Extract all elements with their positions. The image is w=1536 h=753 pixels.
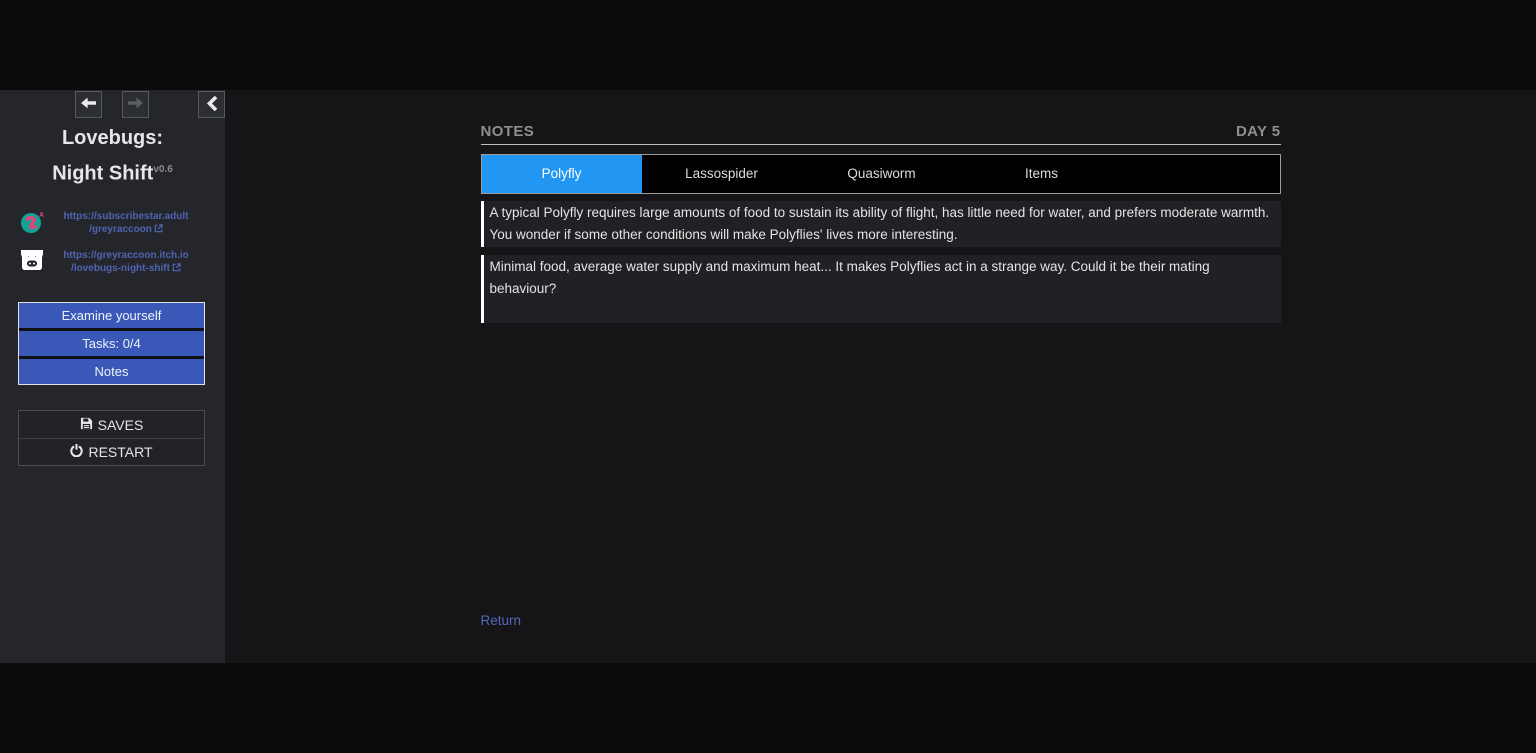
note-text	[490, 300, 1271, 322]
notes-tab-bar: Polyfly Lassospider Quasiworm Items	[481, 154, 1281, 194]
page-title: NOTES	[481, 123, 535, 140]
notes-button[interactable]: Notes	[19, 359, 204, 384]
restart-button-label: RESTART	[88, 444, 152, 460]
saves-button[interactable]: SAVES	[19, 411, 204, 438]
notes-passage: NOTES DAY 5 Polyfly Lassospider Quasiwor…	[481, 90, 1281, 663]
tab-lassospider[interactable]: Lassospider	[642, 155, 802, 193]
game-title: Lovebugs: Night Shiftv0.6	[0, 123, 225, 190]
note-text: A typical Polyfly requires large amounts…	[490, 202, 1271, 224]
power-icon	[70, 444, 83, 460]
note-entry: A typical Polyfly requires large amounts…	[481, 201, 1281, 247]
tab-items[interactable]: Items	[962, 155, 1122, 193]
passage-area: NOTES DAY 5 Polyfly Lassospider Quasiwor…	[225, 90, 1536, 663]
day-indicator: DAY 5	[1236, 123, 1281, 140]
itchio-link-line2: /lovebugs-night-shift	[71, 263, 170, 274]
floppy-disk-icon	[80, 417, 93, 433]
page: { "app": { "title_line1": "Lovebugs:", "…	[0, 0, 1536, 753]
svg-text:A: A	[39, 212, 44, 219]
tab-quasiworm[interactable]: Quasiworm	[802, 155, 962, 193]
passage-header: NOTES DAY 5	[481, 90, 1281, 140]
itchio-link-row: https://greyraccoon.itch.io /lovebugs-ni…	[0, 247, 225, 285]
itchio-link[interactable]: https://greyraccoon.itch.io /lovebugs-ni…	[50, 249, 202, 276]
note-entry: Minimal food, average water supply and m…	[481, 255, 1281, 323]
note-text: You wonder if some other conditions will…	[490, 224, 1271, 246]
itchio-icon	[19, 248, 45, 275]
sidebar: Lovebugs: Night Shiftv0.6 A https://subs…	[0, 90, 225, 663]
tab-polyfly[interactable]: Polyfly	[482, 155, 642, 193]
system-menu: SAVES RESTART	[18, 410, 205, 466]
game-title-line2: Night Shiftv0.6	[0, 154, 225, 190]
history-forward-button[interactable]	[122, 91, 149, 118]
examine-yourself-button[interactable]: Examine yourself	[19, 303, 204, 328]
game-viewport: Lovebugs: Night Shiftv0.6 A https://subs…	[0, 90, 1536, 663]
arrow-left-icon	[80, 96, 97, 113]
chevron-left-icon	[206, 95, 218, 115]
game-version: v0.6	[153, 164, 172, 175]
saves-button-label: SAVES	[98, 417, 144, 433]
external-link-icon	[154, 224, 163, 237]
arrow-right-icon	[127, 96, 144, 113]
history-back-button[interactable]	[75, 91, 102, 118]
header-divider	[481, 144, 1281, 145]
tasks-button[interactable]: Tasks: 0/4	[19, 331, 204, 356]
itchio-link-line1: https://greyraccoon.itch.io	[63, 250, 189, 261]
external-link-icon	[172, 263, 181, 276]
subscribestar-link[interactable]: https://subscribestar.adult /greyraccoon	[50, 210, 202, 237]
sidebar-collapse-button[interactable]	[198, 91, 225, 118]
subscribestar-link-row: A https://subscribestar.adult /greyracco…	[0, 208, 225, 246]
subscribestar-icon: A	[19, 209, 45, 236]
subscribestar-link-line2: /greyraccoon	[89, 224, 152, 235]
note-text: Minimal food, average water supply and m…	[490, 256, 1271, 300]
subscribestar-link-line1: https://subscribestar.adult	[63, 211, 188, 222]
sidebar-menu: Examine yourself Tasks: 0/4 Notes	[18, 302, 205, 385]
game-title-line1: Lovebugs:	[0, 123, 225, 154]
restart-button[interactable]: RESTART	[19, 438, 204, 465]
return-link[interactable]: Return	[481, 613, 522, 628]
